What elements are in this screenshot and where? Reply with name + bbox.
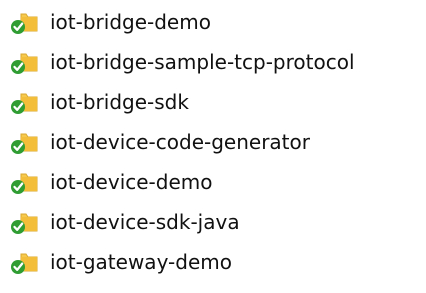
folder-check-icon	[11, 253, 38, 274]
folder-name: iot-bridge-sdk	[50, 90, 189, 114]
folder-check-icon	[11, 13, 38, 34]
folder-name: iot-device-demo	[50, 170, 213, 194]
folder-item-iot-device-sdk-java[interactable]: iot-device-sdk-java	[8, 206, 240, 238]
folder-name: iot-gateway-demo	[50, 250, 232, 274]
folder-name: iot-device-code-generator	[50, 130, 310, 154]
folder-check-icon	[11, 133, 38, 154]
folder-list: iot-bridge-demo iot-bridge-sample-tcp-pr…	[0, 0, 426, 293]
folder-item-iot-device-demo[interactable]: iot-device-demo	[8, 166, 212, 198]
folder-name: iot-device-sdk-java	[50, 210, 240, 234]
folder-check-icon	[11, 93, 38, 114]
folder-name: iot-bridge-demo	[50, 10, 211, 34]
folder-item-iot-gateway-demo[interactable]: iot-gateway-demo	[8, 246, 232, 278]
folder-check-icon	[11, 53, 38, 74]
folder-item-iot-bridge-demo[interactable]: iot-bridge-demo	[8, 6, 211, 38]
folder-check-icon	[11, 213, 38, 234]
folder-name: iot-bridge-sample-tcp-protocol	[50, 50, 355, 74]
folder-item-iot-bridge-sdk[interactable]: iot-bridge-sdk	[8, 86, 189, 118]
folder-item-iot-device-code-generator[interactable]: iot-device-code-generator	[8, 126, 310, 158]
folder-item-iot-bridge-sample-tcp-protocol[interactable]: iot-bridge-sample-tcp-protocol	[8, 46, 355, 78]
folder-check-icon	[11, 173, 38, 194]
